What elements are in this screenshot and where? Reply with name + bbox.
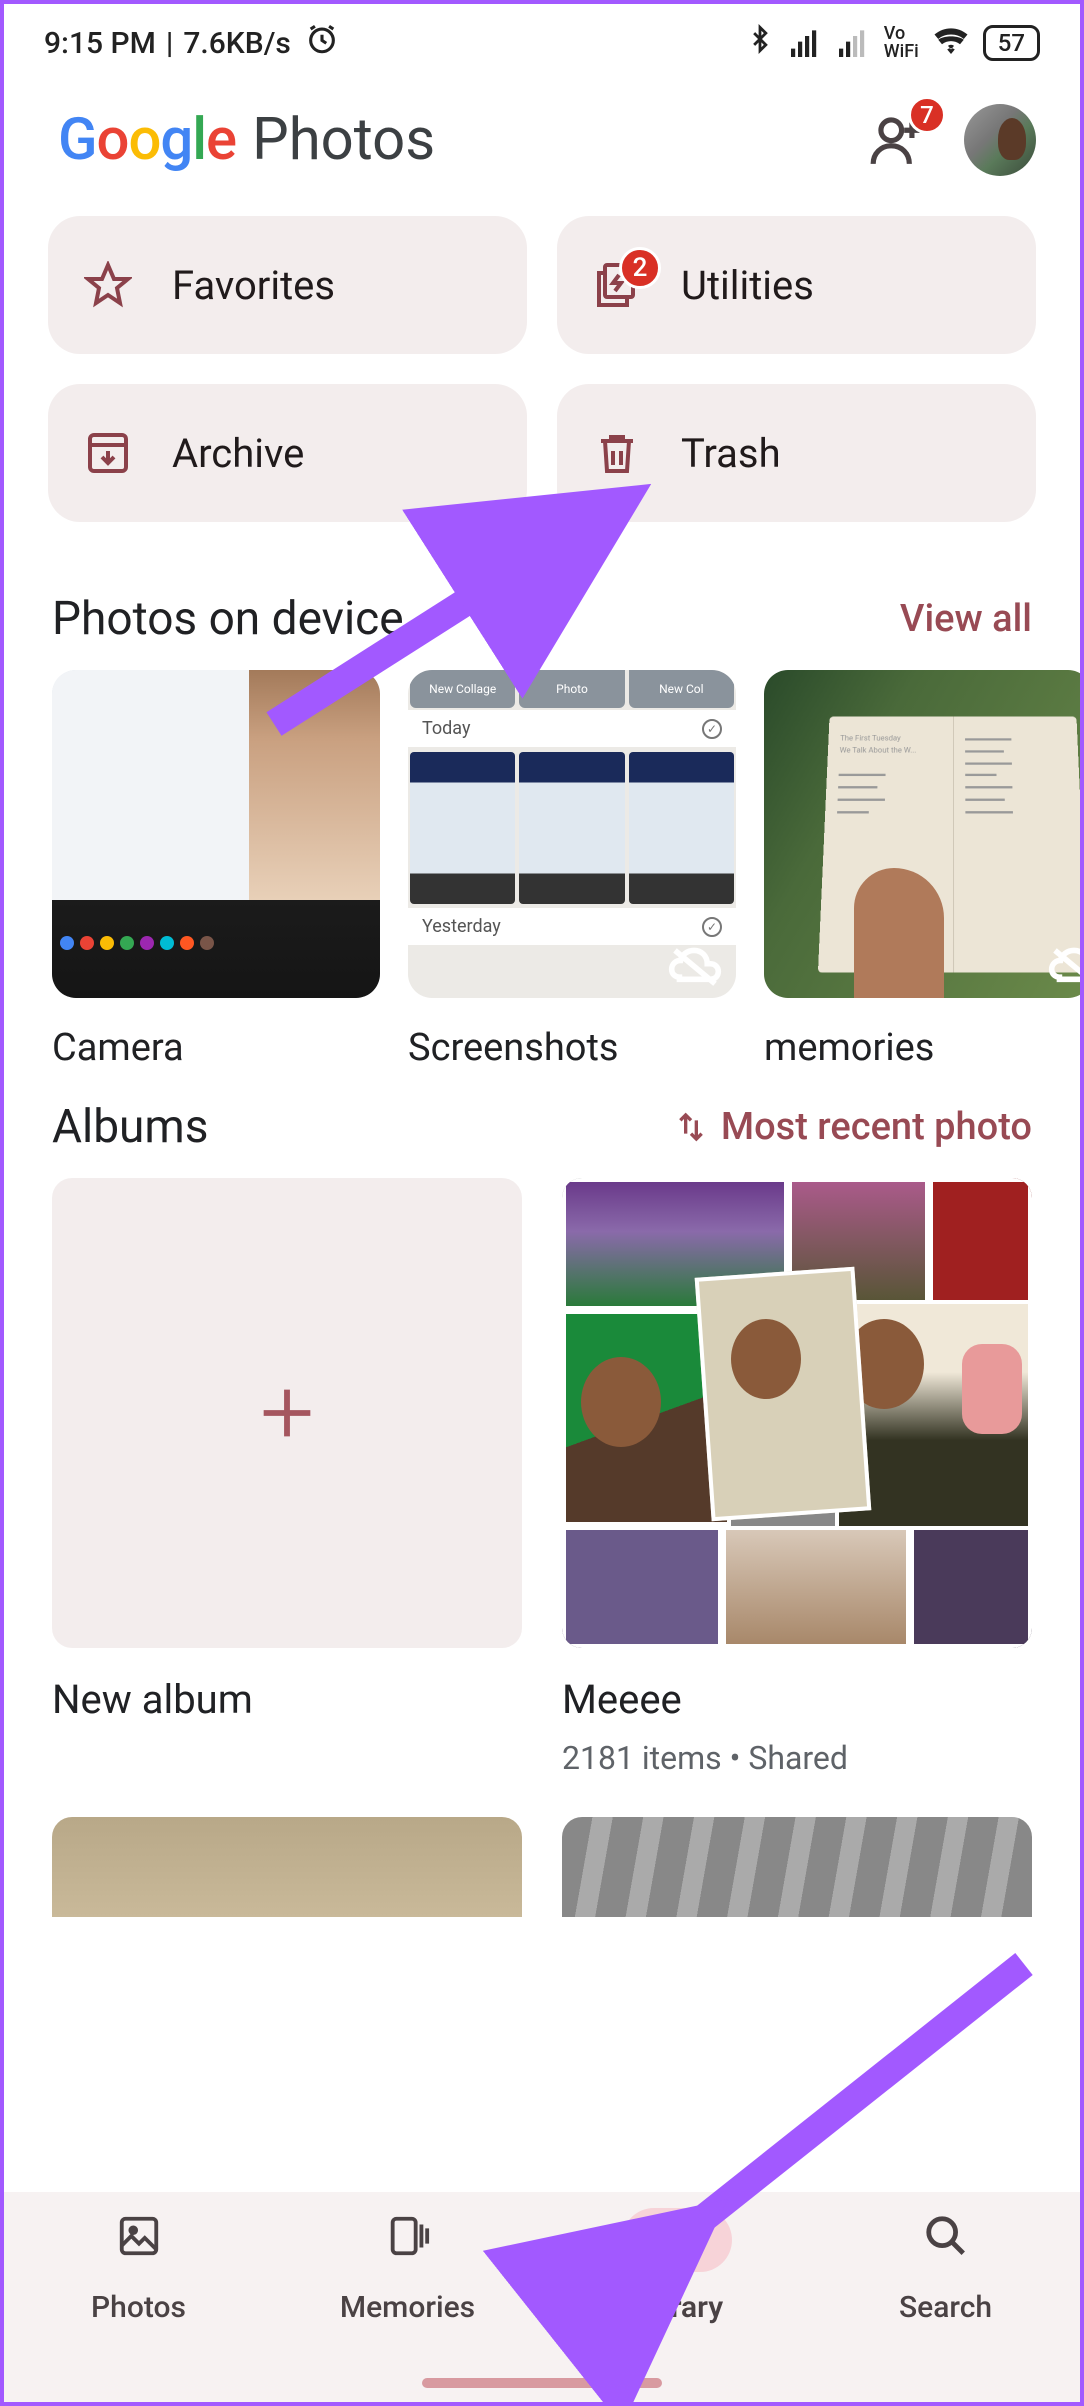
- view-all-button[interactable]: View all: [900, 597, 1032, 641]
- status-time: 9:15 PM: [44, 26, 156, 61]
- device-folder-screenshots[interactable]: New CollagePhotoNew Col Today✓ Yesterday…: [408, 670, 736, 1070]
- screenshots-label: Screenshots: [408, 998, 736, 1070]
- nav-photos-label: Photos: [91, 2290, 186, 2325]
- archive-icon: [84, 429, 132, 477]
- nav-search[interactable]: Search: [811, 2208, 1080, 2402]
- device-folder-camera[interactable]: Camera: [52, 670, 380, 1070]
- albums-grid: New album Meeee 2181 items • Shared: [4, 1178, 1080, 1817]
- new-album-label: New album: [52, 1648, 522, 1723]
- alarm-icon: [305, 22, 339, 64]
- favorites-chip[interactable]: Favorites: [48, 216, 527, 354]
- memories-icon: [385, 2213, 431, 2267]
- signal-1-icon: [788, 29, 822, 57]
- status-bar: 9:15 PM | 7.6KB/s Vo WiFi 57: [4, 4, 1080, 74]
- albums-sort-button[interactable]: Most recent photo: [675, 1105, 1032, 1149]
- new-album-tile: [52, 1178, 522, 1648]
- photos-icon: [116, 2213, 162, 2267]
- account-avatar[interactable]: [964, 104, 1036, 176]
- home-indicator[interactable]: [422, 2378, 662, 2388]
- album-peek-2[interactable]: [562, 1817, 1032, 1917]
- archive-chip[interactable]: Archive: [48, 384, 527, 522]
- battery-indicator: 57: [983, 25, 1040, 61]
- status-separator: |: [166, 26, 173, 61]
- archive-label: Archive: [172, 430, 304, 477]
- app-title: Google Photos: [58, 106, 435, 174]
- album-meeee-subtitle: 2181 items • Shared: [562, 1723, 1032, 1777]
- camera-thumbnail: [52, 670, 380, 998]
- memories-thumbnail: The First TuesdayWe Talk About the W...▬…: [764, 670, 1080, 998]
- nav-memories[interactable]: Memories: [273, 2208, 542, 2402]
- signal-2-icon: [836, 29, 870, 57]
- device-section-header: Photos on device View all: [4, 562, 1080, 670]
- nav-search-label: Search: [899, 2290, 992, 2325]
- albums-section-header: Albums Most recent photo: [4, 1070, 1080, 1178]
- sharing-badge: 7: [908, 96, 946, 134]
- star-icon: [84, 261, 132, 309]
- sharing-button[interactable]: 7: [868, 112, 930, 168]
- cloud-off-icon: [1048, 946, 1080, 986]
- library-icon: [654, 2213, 700, 2267]
- album-meeee-thumbnail: [562, 1178, 1032, 1648]
- utilities-badge: 2: [619, 247, 661, 289]
- nav-photos[interactable]: Photos: [4, 2208, 273, 2402]
- status-left: 9:15 PM | 7.6KB/s: [44, 22, 339, 64]
- more-albums-row[interactable]: [4, 1817, 1080, 1917]
- status-right: Vo WiFi 57: [746, 22, 1040, 64]
- album-meeee[interactable]: Meeee 2181 items • Shared: [562, 1178, 1032, 1777]
- nav-library[interactable]: Library: [542, 2208, 811, 2402]
- nav-memories-label: Memories: [340, 2290, 475, 2325]
- wifi-icon: [933, 24, 969, 62]
- vowifi-label: Vo WiFi: [884, 25, 919, 61]
- trash-label: Trash: [681, 430, 781, 477]
- device-folder-memories[interactable]: The First TuesdayWe Talk About the W...▬…: [764, 670, 1080, 1070]
- search-icon: [923, 2213, 969, 2267]
- albums-section-title: Albums: [52, 1100, 208, 1154]
- bluetooth-icon: [746, 22, 774, 64]
- memories-folder-label: memories: [764, 998, 1080, 1070]
- screenshots-thumbnail: New CollagePhotoNew Col Today✓ Yesterday…: [408, 670, 736, 998]
- app-name: Photos: [252, 106, 435, 174]
- nav-library-label: Library: [630, 2290, 723, 2325]
- utilities-label: Utilities: [681, 262, 814, 309]
- album-peek-1[interactable]: [52, 1817, 522, 1917]
- trash-chip[interactable]: Trash: [557, 384, 1036, 522]
- device-folders-row[interactable]: Camera New CollagePhotoNew Col Today✓ Ye…: [4, 670, 1080, 1070]
- utilities-icon: 2: [593, 261, 641, 309]
- category-grid: Favorites 2 Utilities Archive Trash: [4, 206, 1080, 562]
- trash-icon: [593, 429, 641, 477]
- camera-label: Camera: [52, 998, 380, 1070]
- device-section-title: Photos on device: [52, 592, 404, 646]
- cloud-off-icon: [668, 946, 722, 986]
- new-album-card[interactable]: New album: [52, 1178, 522, 1777]
- favorites-label: Favorites: [172, 262, 335, 309]
- utilities-chip[interactable]: 2 Utilities: [557, 216, 1036, 354]
- app-header: Google Photos 7: [4, 74, 1080, 206]
- album-meeee-title: Meeee: [562, 1648, 1032, 1723]
- status-net-speed: 7.6KB/s: [183, 26, 290, 61]
- bottom-nav: Photos Memories Library Search: [4, 2192, 1080, 2402]
